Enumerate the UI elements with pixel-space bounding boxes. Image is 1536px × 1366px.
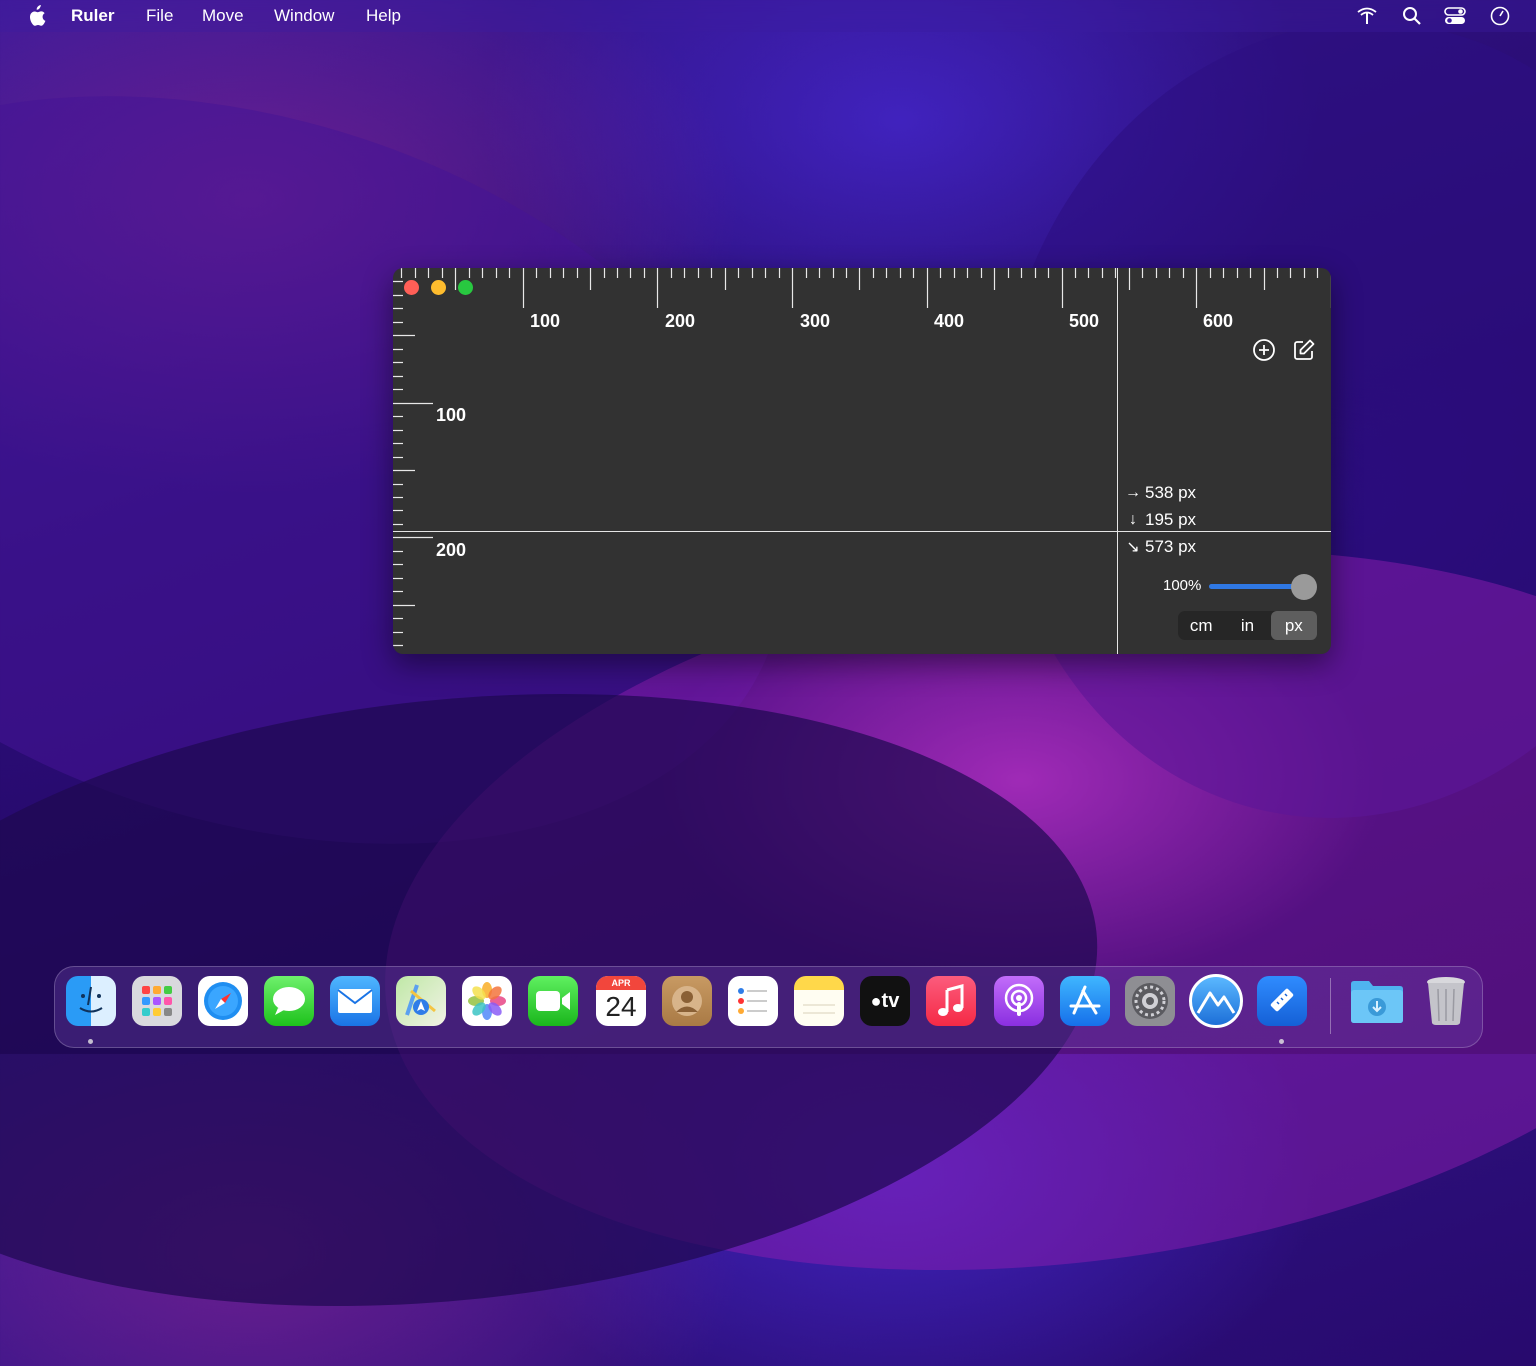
horizontal-tick-label: 600: [1203, 311, 1234, 331]
messages-icon[interactable]: [264, 976, 314, 1026]
crosshair-horizontal-line: [393, 531, 1331, 532]
tv-label: tv: [881, 989, 900, 1012]
menu-bar: Ruler File Move Window Help: [0, 0, 1536, 32]
menu-app-name[interactable]: Ruler: [71, 6, 114, 26]
ruler-app-icon[interactable]: [1257, 976, 1307, 1026]
menu-help[interactable]: Help: [366, 6, 401, 26]
zoom-percent-label: 100%: [1163, 577, 1202, 594]
zoom-button[interactable]: [458, 280, 473, 295]
diagonal-distance-readout: ↘ 573 px: [1125, 537, 1196, 557]
app-store-icon[interactable]: [1060, 976, 1110, 1026]
horizontal-tick-label: 500: [1069, 311, 1100, 331]
reminders-icon[interactable]: [728, 976, 778, 1026]
crosshair-vertical-line: [1117, 268, 1118, 654]
photos-icon[interactable]: [462, 976, 512, 1026]
sketch-icon[interactable]: [1189, 974, 1243, 1028]
unit-selector: cm in px: [1178, 611, 1317, 640]
vertical-tick-label: 100: [436, 405, 467, 425]
zoom-slider-fill: [1209, 584, 1299, 589]
apple-logo-icon: ●: [870, 990, 882, 1011]
network-icon[interactable]: [1356, 6, 1378, 26]
dock-separator: [1330, 978, 1331, 1034]
horizontal-distance-readout: → 538 px: [1125, 483, 1196, 503]
ruler-window[interactable]: 100 200 300 400 500 600 100 200 → 538 px…: [393, 268, 1331, 654]
calendar-icon[interactable]: APR 24: [596, 976, 646, 1026]
horizontal-tick-label: 200: [665, 311, 696, 331]
notes-icon[interactable]: [794, 976, 844, 1026]
arrow-right-icon: →: [1125, 484, 1141, 501]
arrow-diagonal-icon: ↘: [1126, 539, 1140, 556]
mail-icon[interactable]: [330, 976, 380, 1026]
close-button[interactable]: [404, 280, 419, 295]
system-preferences-icon[interactable]: [1125, 976, 1175, 1026]
vertical-tick-label: 200: [436, 540, 467, 560]
downloads-folder-icon[interactable]: [1349, 976, 1405, 1026]
add-guide-icon[interactable]: [1252, 338, 1276, 362]
diagonal-distance-value: 573 px: [1145, 537, 1197, 556]
maps-icon[interactable]: [396, 976, 446, 1026]
vertical-distance-value: 195 px: [1145, 510, 1197, 529]
unit-in-button[interactable]: in: [1224, 611, 1270, 640]
zoom-slider-knob[interactable]: [1291, 574, 1317, 600]
clock-icon[interactable]: [1489, 6, 1511, 26]
vertical-distance-readout: ↓ 195 px: [1125, 510, 1196, 530]
contacts-icon[interactable]: [662, 976, 712, 1026]
apple-icon[interactable]: [26, 5, 46, 27]
horizontal-tick-label: 100: [530, 311, 561, 331]
podcasts-icon[interactable]: [994, 976, 1044, 1026]
menu-file[interactable]: File: [146, 6, 173, 26]
menu-window[interactable]: Window: [274, 6, 334, 26]
arrow-down-icon: ↓: [1129, 511, 1137, 528]
launchpad-icon[interactable]: [132, 976, 182, 1026]
unit-px-button[interactable]: px: [1270, 611, 1317, 640]
finder-icon[interactable]: [66, 976, 116, 1026]
safari-icon[interactable]: [198, 976, 248, 1026]
running-indicator: [1279, 1039, 1284, 1044]
unit-cm-button[interactable]: cm: [1178, 611, 1224, 640]
horizontal-tick-label: 300: [800, 311, 831, 331]
calendar-month: APR: [596, 976, 646, 990]
minimize-button[interactable]: [431, 280, 446, 295]
edit-icon[interactable]: [1292, 338, 1316, 362]
trash-icon[interactable]: [1421, 976, 1471, 1026]
search-icon[interactable]: [1401, 6, 1423, 26]
control-center-icon[interactable]: [1444, 6, 1466, 26]
facetime-icon[interactable]: [528, 976, 578, 1026]
horizontal-tick-label: 400: [934, 311, 965, 331]
tv-icon[interactable]: ● tv: [860, 976, 910, 1026]
running-indicator: [88, 1039, 93, 1044]
music-icon[interactable]: [926, 976, 976, 1026]
menu-move[interactable]: Move: [202, 6, 244, 26]
calendar-day: 24: [605, 991, 637, 1022]
horizontal-distance-value: 538 px: [1145, 483, 1197, 502]
